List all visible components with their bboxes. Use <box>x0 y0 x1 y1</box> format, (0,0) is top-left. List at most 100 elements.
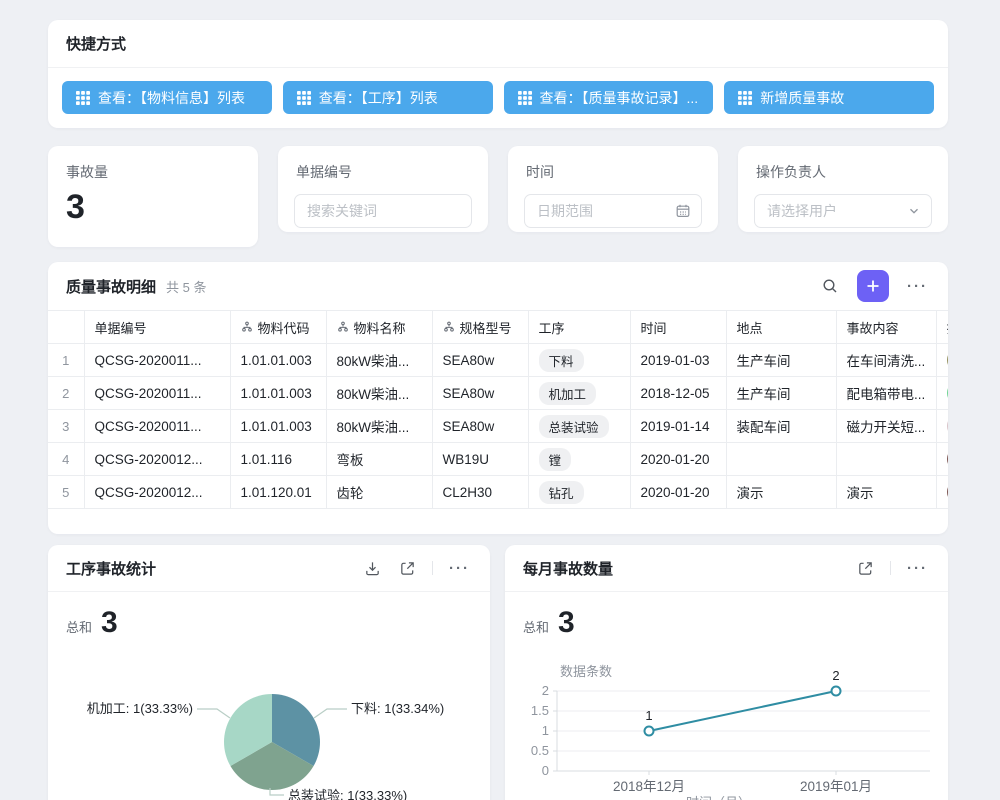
cell-mat_name: 80kW柴油... <box>326 410 432 443</box>
row-number: 2 <box>48 377 84 410</box>
process-tag: 下料 <box>539 349 584 372</box>
col-code[interactable]: 单据编号 <box>84 311 230 344</box>
add-record-button[interactable] <box>857 270 889 302</box>
table-row[interactable]: 3QCSG-2020011...1.01.01.00380kW柴油...SEA8… <box>48 410 948 443</box>
table-row[interactable]: 4QCSG-2020012...1.01.116弯板WB19U镗2020-01-… <box>48 443 948 476</box>
cell-mat_code: 1.01.116 <box>230 443 326 476</box>
relation-icon <box>241 321 253 333</box>
col-owner[interactable]: 操作负责人 <box>936 311 948 344</box>
data-point <box>645 727 654 736</box>
line-more-menu[interactable]: ··· <box>905 559 930 578</box>
metric-label: 事故量 <box>48 146 258 182</box>
shortcut-button-0[interactable]: 查看：【物料信息】列表 <box>62 81 272 114</box>
avatar <box>947 447 949 471</box>
col-spec[interactable]: 规格型号 <box>432 311 528 344</box>
cell-spec: SEA80w <box>432 410 528 443</box>
cell-content: 配电箱带电... <box>836 377 936 410</box>
shortcut-button-1[interactable]: 查看：【工序】列表 <box>283 81 493 114</box>
avatar <box>947 348 949 372</box>
cell-owner <box>936 344 948 377</box>
col-process[interactable]: 工序 <box>528 311 630 344</box>
col-time[interactable]: 时间 <box>630 311 726 344</box>
cell-content: 在车间清洗... <box>836 344 936 377</box>
data-point <box>832 687 841 696</box>
grid-icon <box>738 91 752 105</box>
cell-code: QCSG-2020012... <box>84 476 230 509</box>
cell-content <box>836 443 936 476</box>
shortcut-button-3[interactable]: 新增质量事故 <box>724 81 934 114</box>
col-num[interactable] <box>48 311 84 344</box>
cell-process: 总装试验 <box>528 410 630 443</box>
accident-detail-card: 质量事故明细 共 5 条 ··· 单据编号 <box>48 262 948 534</box>
pie-card-header: 工序事故统计 ··· <box>48 545 490 592</box>
divider <box>890 561 891 575</box>
cell-process: 镗 <box>528 443 630 476</box>
search-icon[interactable] <box>819 275 841 297</box>
process-tag: 镗 <box>539 448 572 471</box>
operator-filter-label: 操作负责人 <box>738 146 948 182</box>
cell-owner <box>936 410 948 443</box>
user-select[interactable]: 请选择用户 <box>754 194 932 228</box>
cell-mat_name: 80kW柴油... <box>326 344 432 377</box>
col-place[interactable]: 地点 <box>726 311 836 344</box>
cell-code: QCSG-2020011... <box>84 377 230 410</box>
col-mat_code[interactable]: 物料代码 <box>230 311 326 344</box>
pie-more-menu[interactable]: ··· <box>447 559 472 578</box>
line-total-value: 3 <box>558 608 575 638</box>
cell-mat_name: 80kW柴油... <box>326 377 432 410</box>
dashboard-page: 快捷方式 查看：【物料信息】列表查看：【工序】列表查看：【质量事故记录】... 新… <box>0 0 1000 800</box>
avatar <box>947 480 949 504</box>
line-chart-body: 总和 3 数据条数00.511.5212018年12月22019年01月时间（月… <box>505 592 948 800</box>
cell-place: 装配车间 <box>726 410 836 443</box>
pie-leader-line <box>314 709 347 718</box>
download-icon[interactable] <box>362 558 383 579</box>
docno-search-input[interactable] <box>295 195 471 227</box>
shortcut-button-2[interactable]: 查看：【质量事故记录】... <box>504 81 714 114</box>
pie-total-label: 总和 <box>66 617 92 636</box>
data-point-label: 1 <box>645 708 652 723</box>
relation-icon <box>337 321 349 333</box>
y-axis-title: 数据条数 <box>560 664 612 679</box>
docno-filter-label: 单据编号 <box>278 146 488 182</box>
open-fullscreen-icon[interactable] <box>397 558 418 579</box>
cell-time: 2018-12-05 <box>630 377 726 410</box>
x-category-label: 2018年12月 <box>613 779 685 794</box>
col-mat_name[interactable]: 物料名称 <box>326 311 432 344</box>
cell-time: 2019-01-03 <box>630 344 726 377</box>
cell-mat_code: 1.01.01.003 <box>230 410 326 443</box>
table-row[interactable]: 2QCSG-2020011...1.01.01.00380kW柴油...SEA8… <box>48 377 948 410</box>
cell-mat_name: 弯板 <box>326 443 432 476</box>
row-number: 1 <box>48 344 84 377</box>
table-more-menu[interactable]: ··· <box>905 277 930 296</box>
monthly-count-card: 每月事故数量 ··· 总和 3 数据条数00.511.5212018年12 <box>505 545 948 800</box>
table-scroll-area[interactable]: 单据编号物料代码物料名称规格型号工序时间地点事故内容操作负责人1QCSG-202… <box>48 310 948 509</box>
date-range-box <box>524 194 702 228</box>
shortcut-button-row: 查看：【物料信息】列表查看：【工序】列表查看：【质量事故记录】... 新增质量事故 <box>48 68 948 127</box>
table-row[interactable]: 5QCSG-2020012...1.01.120.01齿轮CL2H30钻孔202… <box>48 476 948 509</box>
process-tag: 机加工 <box>539 382 597 405</box>
cell-spec: SEA80w <box>432 377 528 410</box>
cell-place: 生产车间 <box>726 344 836 377</box>
y-tick-label: 1.5 <box>531 703 549 718</box>
line-total-label: 总和 <box>523 617 549 636</box>
y-tick-label: 0 <box>542 763 549 778</box>
cell-mat_code: 1.01.01.003 <box>230 344 326 377</box>
metric-card-accidents: 事故量 3 <box>48 146 258 247</box>
pie-card-title: 工序事故统计 <box>66 558 156 579</box>
x-axis-title: 时间（月） <box>686 795 751 800</box>
col-content[interactable]: 事故内容 <box>836 311 936 344</box>
cell-owner <box>936 377 948 410</box>
docno-search-box <box>294 194 472 228</box>
process-stats-card: 工序事故统计 ··· <box>48 545 490 800</box>
open-fullscreen-icon[interactable] <box>855 558 876 579</box>
row-number: 3 <box>48 410 84 443</box>
x-category-label: 2019年01月 <box>800 779 872 794</box>
cell-process: 钻孔 <box>528 476 630 509</box>
accident-table: 单据编号物料代码物料名称规格型号工序时间地点事故内容操作负责人1QCSG-202… <box>48 310 948 509</box>
cell-process: 下料 <box>528 344 630 377</box>
shortcuts-title: 快捷方式 <box>66 33 126 54</box>
cell-spec: SEA80w <box>432 344 528 377</box>
table-row[interactable]: 1QCSG-2020011...1.01.01.00380kW柴油...SEA8… <box>48 344 948 377</box>
y-tick-label: 1 <box>542 723 549 738</box>
cell-place: 生产车间 <box>726 377 836 410</box>
